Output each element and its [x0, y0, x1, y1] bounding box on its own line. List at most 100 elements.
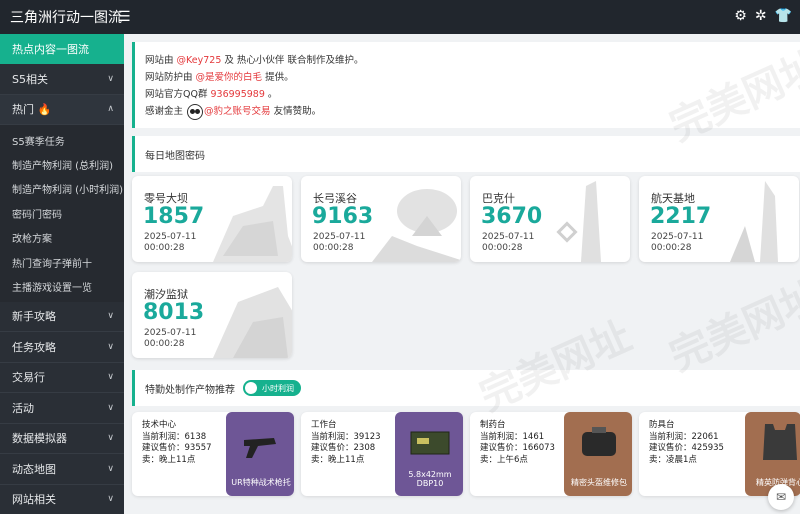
craft-card[interactable]: 工作台 当前利润：39123 建议售价：2308 卖：晚上11点 5.8x42m…	[301, 412, 463, 496]
sidebar-item-hot[interactable]: 热门 🔥 ∧	[0, 94, 124, 125]
sidebar-item-simulator[interactable]: 数据模拟器 ∨	[0, 424, 124, 455]
sidebar-subitem-s5-tasks[interactable]: S5赛季任务	[0, 128, 124, 152]
sidebar-subitem-streamer-settings[interactable]: 主播游戏设置一览	[0, 274, 124, 298]
map-card[interactable]: 航天基地 2217 2025-07-11 00:00:28	[639, 176, 799, 262]
product-image: 精密头盔维修包	[564, 412, 632, 496]
sidebar-submenu: S5赛季任务 制造产物利润 (总利润) 制造产物利润 (小时利润) 密码门密码 …	[0, 125, 124, 302]
notice-card: 网站由 @Key725 及 热心小伙伴 联合制作及维护。 网站防护由 @是爱你的…	[132, 42, 800, 128]
product-image: UR特种战术枪托	[226, 412, 294, 496]
section-title: 每日地图密码	[145, 150, 205, 162]
gear-icon[interactable]: ✲	[755, 8, 767, 24]
map-timestamp: 2025-07-11 00:00:28	[144, 232, 197, 253]
sidebar-item-dynamic-map[interactable]: 动态地图 ∨	[0, 454, 124, 485]
tower-illustration-icon	[556, 181, 601, 262]
toggle-label: 小时利润	[262, 383, 294, 393]
craft-info: 防具台 当前利润：22061 建议售价：425935 卖：凌晨1点	[649, 420, 724, 465]
sidebar-item-s5[interactable]: S5相关 ∨	[0, 64, 124, 95]
map-code: 2217	[650, 204, 712, 229]
chevron-down-icon: ∨	[107, 402, 114, 413]
top-icons: ⚙ ✲ 👕	[734, 8, 792, 24]
prison-illustration-icon	[213, 287, 292, 358]
craft-card[interactable]: 防具台 当前利润：22061 建议售价：425935 卖：凌晨1点 精英防弹背心	[639, 412, 800, 496]
top-bar: 三角洲行动一图流 ☰ ⚙ ✲ 👕	[0, 0, 800, 34]
sidebar-item-label: 新手攻略	[12, 310, 56, 324]
daily-codes-header: 每日地图密码	[132, 136, 800, 172]
map-card[interactable]: 长弓溪谷 9163 2025-07-11 00:00:28	[301, 176, 461, 262]
sidebar-subitem-craft-hourly[interactable]: 制造产物利润 (小时利润)	[0, 177, 124, 201]
map-card[interactable]: 潮汐监狱 8013 2025-07-11 00:00:28	[132, 272, 292, 358]
sidebar-item-label: 网站相关	[12, 493, 56, 507]
sidebar-item-label: 交易行	[12, 371, 45, 385]
chevron-down-icon: ∨	[107, 311, 114, 322]
repair-kit-icon	[582, 427, 616, 456]
sidebar-item-events[interactable]: 活动 ∨	[0, 393, 124, 424]
qq-group-link[interactable]: 936995989	[210, 89, 264, 100]
sidebar-item-tasks[interactable]: 任务攻略 ∨	[0, 332, 124, 363]
map-code: 9163	[312, 204, 374, 229]
product-name: 精密头盔维修包	[571, 478, 627, 487]
watermark: 完美网址	[663, 273, 800, 381]
stock-icon	[244, 438, 276, 458]
map-code: 8013	[143, 300, 205, 325]
chevron-up-icon: ∧	[107, 104, 114, 115]
section-title: 特勤处制作产物推荐	[145, 384, 235, 396]
sidebar-item-site[interactable]: 网站相关 ∨	[0, 485, 124, 514]
product-image: 精英防弹背心	[745, 412, 800, 496]
author-link[interactable]: @Key725	[177, 55, 222, 66]
product-image: 5.8x42mm DBP10	[395, 412, 463, 496]
sidebar-item-label: 活动	[12, 401, 34, 415]
chevron-down-icon: ∨	[107, 494, 114, 505]
craft-info: 工作台 当前利润：39123 建议售价：2308 卖：晚上11点	[311, 420, 381, 465]
product-name: 5.8x42mm DBP10	[408, 470, 452, 488]
notice-line-4: 感谢金主 @豹之账号交易 友情赞助。	[145, 103, 800, 120]
sidebar-subitem-craft-total[interactable]: 制造产物利润 (总利润)	[0, 152, 124, 176]
sidebar-item-label: 热门 🔥	[12, 103, 52, 117]
map-timestamp: 2025-07-11 00:00:28	[313, 232, 366, 253]
sidebar-subitem-gun-builds[interactable]: 改枪方案	[0, 226, 124, 250]
crafting-header: 特勤处制作产物推荐 小时利润	[132, 370, 800, 406]
hourly-profit-toggle[interactable]: 小时利润	[243, 380, 301, 396]
craft-card[interactable]: 制药台 当前利润：1461 建议售价：166073 卖：上午6点 精密头盔维修包	[470, 412, 632, 496]
map-card[interactable]: 零号大坝 1857 2025-07-11 00:00:28	[132, 176, 292, 262]
chevron-down-icon: ∨	[107, 341, 114, 352]
notice-line-2: 网站防护由 @是爱你的白毛 提供。	[145, 72, 294, 83]
sidebar: 热点内容一图流 S5相关 ∨ 热门 🔥 ∧ S5赛季任务 制造产物利润 (总利润…	[0, 34, 124, 514]
chevron-down-icon: ∨	[107, 433, 114, 444]
map-timestamp: 2025-07-11 00:00:28	[651, 232, 704, 253]
sidebar-subitem-top-ammo[interactable]: 热门查询子弹前十	[0, 250, 124, 274]
map-card[interactable]: 巴克什 3670 2025-07-11 00:00:28	[470, 176, 630, 262]
sidebar-item-label: 数据模拟器	[12, 432, 67, 446]
chevron-down-icon: ∨	[107, 372, 114, 383]
map-timestamp: 2025-07-11 00:00:28	[144, 328, 197, 349]
chat-icon[interactable]: ✉	[768, 484, 794, 510]
sidebar-item-label: S5相关	[12, 72, 48, 86]
dam-illustration-icon	[213, 186, 292, 262]
craft-card[interactable]: 技术中心 当前利润：6138 建议售价：93557 卖：晚上11点 UR特种战术…	[132, 412, 294, 496]
chevron-down-icon: ∨	[107, 73, 114, 84]
toggle-knob	[245, 382, 257, 394]
site-title[interactable]: 三角洲行动一图流	[0, 7, 122, 27]
protector-link[interactable]: @是爱你的白毛	[196, 72, 263, 83]
sidebar-item-beginner[interactable]: 新手攻略 ∨	[0, 302, 124, 333]
vest-icon	[763, 424, 797, 460]
product-name: UR特种战术枪托	[231, 478, 291, 487]
settings-icon[interactable]: ⚙	[734, 8, 747, 24]
craft-info: 技术中心 当前利润：6138 建议售价：93557 卖：晚上11点	[142, 420, 212, 465]
map-code: 1857	[143, 204, 205, 229]
sidebar-item-trade[interactable]: 交易行 ∨	[0, 363, 124, 394]
map-code: 3670	[481, 204, 543, 229]
sidebar-item-hot-content[interactable]: 热点内容一图流	[0, 34, 124, 64]
sponsor-link[interactable]: @豹之账号交易	[204, 106, 271, 117]
main-content: 网站由 @Key725 及 热心小伙伴 联合制作及维护。 网站防护由 @是爱你的…	[124, 34, 800, 514]
sidebar-subitem-door-codes[interactable]: 密码门密码	[0, 201, 124, 225]
panda-avatar-icon	[187, 103, 204, 120]
menu-icon[interactable]: ☰	[118, 9, 131, 25]
ammo-box-icon	[410, 431, 450, 455]
rocket-illustration-icon	[730, 181, 778, 262]
shirt-icon[interactable]: 👕	[775, 8, 792, 24]
chevron-down-icon: ∨	[107, 463, 114, 474]
sidebar-item-label: 任务攻略	[12, 340, 56, 354]
notice-line-3: 网站官方QQ群 936995989 。	[145, 89, 278, 100]
craft-info: 制药台 当前利润：1461 建议售价：166073 卖：上午6点	[480, 420, 555, 465]
radar-dish-icon	[372, 189, 461, 262]
